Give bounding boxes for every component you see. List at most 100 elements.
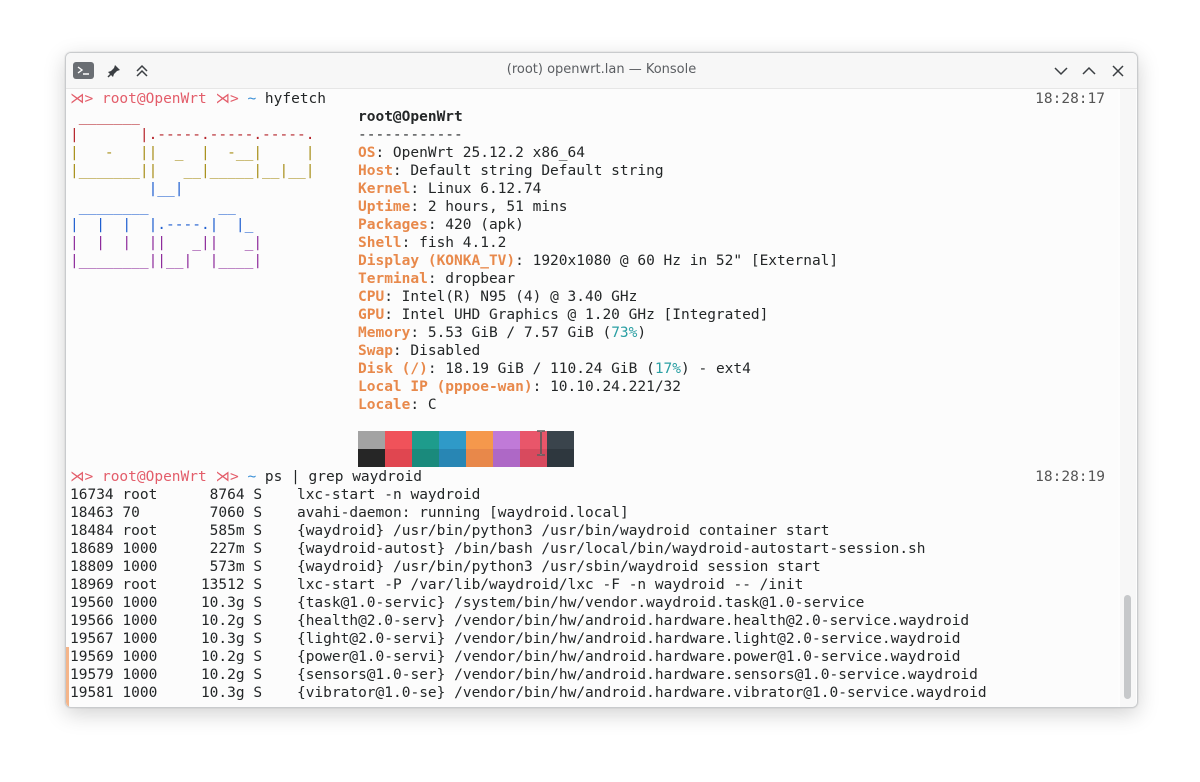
- close-icon[interactable]: [1108, 61, 1128, 81]
- logo-line: | |.-----.-----.-----.: [70, 127, 315, 143]
- fetch-key: GPU: [358, 307, 385, 323]
- ps-output-row: 18969 root 13512 S lxc-start -P /var/lib…: [70, 577, 804, 593]
- ps-output-row: 19581 1000 10.3g S {vibrator@1.0-se} /ve…: [70, 685, 987, 701]
- prompt-time: 18:28:17: [1035, 91, 1105, 107]
- terminal-view[interactable]: ⋊> root@OpenWrt ⋊> ~ hyfetch 18:28:17 __…: [66, 89, 1118, 707]
- ps-output-row: 18689 1000 227m S {waydroid-autost} /bin…: [70, 541, 926, 557]
- fetch-value: : Disabled: [392, 343, 481, 359]
- color-swatch: [466, 449, 493, 467]
- prompt-arrows: ⋊>: [215, 469, 239, 485]
- fetch-row: Packages: 420 (apk): [358, 216, 524, 234]
- fetch-value: : Intel(R) N95 (4) @ 3.40 GHz: [384, 289, 638, 305]
- ps-output-row: 19569 1000 10.2g S {power@1.0-servi} /ve…: [70, 649, 961, 665]
- logo-line: _______: [70, 109, 140, 125]
- fetch-key: Terminal: [358, 271, 428, 287]
- color-swatch: [358, 431, 385, 449]
- fetch-value: : 420 (apk): [427, 217, 524, 233]
- fetch-divider: ------------: [358, 127, 463, 143]
- color-swatch: [466, 431, 493, 449]
- color-swatch: [385, 449, 412, 467]
- fetch-row: GPU: Intel UHD Graphics @ 1.20 GHz [Inte…: [358, 306, 768, 324]
- fetch-value: : Default string Default string: [392, 163, 664, 179]
- fetch-value: : 10.10.24.221/32: [532, 379, 682, 395]
- color-swatch: [439, 449, 466, 467]
- prompt-user: root@OpenWrt: [101, 91, 207, 107]
- logo-line: ________ __: [70, 199, 236, 215]
- fetch-percent: 73%: [611, 325, 638, 341]
- ps-output-row: 19579 1000 10.2g S {sensors@1.0-ser} /ve…: [70, 667, 978, 683]
- color-swatch: [358, 449, 385, 467]
- fetch-key: Memory: [358, 325, 411, 341]
- titlebar[interactable]: (root) openwrt.lan — Konsole: [66, 53, 1137, 89]
- fetch-row: Disk (/): 18.19 GiB / 110.24 GiB (17%) -…: [358, 360, 751, 378]
- fetch-value: : 18.19 GiB / 110.24 GiB (: [427, 361, 655, 377]
- ps-output-row: 19560 1000 10.3g S {task@1.0-servic} /sy…: [70, 595, 865, 611]
- scrollbar[interactable]: [1120, 89, 1136, 707]
- fetch-row: Swap: Disabled: [358, 342, 480, 360]
- logo-line: |_______|| __|_____|__|__|: [70, 163, 315, 179]
- logo-line: |__|: [70, 181, 184, 197]
- fetch-row: Display (KONKA_TV): 1920x1080 @ 60 Hz in…: [358, 252, 838, 270]
- fetch-value: : fish 4.1.2: [401, 235, 507, 251]
- prompt-path: ~: [247, 91, 257, 107]
- fetch-value-tail: ): [637, 325, 647, 341]
- fetch-row: Terminal: dropbear: [358, 270, 515, 288]
- prompt-time: 18:28:19: [1035, 469, 1105, 485]
- ps-output-row: 19567 1000 10.3g S {light@2.0-servi} /ve…: [70, 631, 961, 647]
- fetch-value-tail: ) - ext4: [681, 361, 751, 377]
- fetch-value: : 5.53 GiB / 7.57 GiB (: [410, 325, 612, 341]
- ps-output-row: 18484 root 585m S {waydroid} /usr/bin/py…: [70, 523, 830, 539]
- fetch-row: CPU: Intel(R) N95 (4) @ 3.40 GHz: [358, 288, 637, 306]
- prompt-user: root@OpenWrt: [101, 469, 207, 485]
- logo-line: | - || _ | -__| |: [70, 145, 315, 161]
- fetch-row: Memory: 5.53 GiB / 7.57 GiB (73%): [358, 324, 646, 342]
- fetch-key: CPU: [358, 289, 385, 305]
- prompt-path: ~: [247, 469, 257, 485]
- color-swatch: [412, 431, 439, 449]
- window-title: (root) openwrt.lan — Konsole: [506, 62, 697, 77]
- color-swatch: [547, 449, 574, 467]
- fetch-key: Uptime: [358, 199, 411, 215]
- scrollbar-thumb[interactable]: [1124, 595, 1131, 699]
- fetch-row: Local IP (pppoe-wan): 10.10.24.221/32: [358, 378, 681, 396]
- fetch-key: Locale: [358, 397, 411, 413]
- fetch-key: Local IP (pppoe-wan): [358, 379, 533, 395]
- fetch-key: Kernel: [358, 181, 411, 197]
- logo-line: |________||__| |____|: [70, 253, 263, 269]
- fetch-key: Swap: [358, 343, 393, 359]
- fetch-row: Host: Default string Default string: [358, 162, 664, 180]
- color-swatch: [493, 449, 520, 467]
- color-swatch: [547, 431, 574, 449]
- fetch-key: OS: [358, 145, 376, 161]
- fetch-row: Shell: fish 4.1.2: [358, 234, 506, 252]
- line-marker: [66, 647, 69, 707]
- konsole-window: (root) openwrt.lan — Konsole ⋊> root@Ope…: [65, 52, 1138, 708]
- ps-output-row: 19566 1000 10.2g S {health@2.0-serv} /ve…: [70, 613, 970, 629]
- ps-output-row: 16734 root 8764 S lxc-start -n waydroid: [70, 487, 481, 503]
- text-cursor-icon: [537, 430, 545, 456]
- fetch-row: Uptime: 2 hours, 51 mins: [358, 198, 568, 216]
- fetch-key: Disk (/): [358, 361, 428, 377]
- fetch-key: Shell: [358, 235, 402, 251]
- fetch-key: Display (KONKA_TV): [358, 253, 516, 269]
- fetch-value: : Intel UHD Graphics @ 1.20 GHz [Integra…: [384, 307, 769, 323]
- fetch-value: : OpenWrt 25.12.2 x86_64: [375, 145, 585, 161]
- color-swatch: [439, 431, 466, 449]
- fetch-value: : dropbear: [427, 271, 516, 287]
- prompt-line: ⋊> root@OpenWrt ⋊> ~ ps | grep waydroid: [70, 468, 422, 486]
- minimize-icon[interactable]: [1051, 61, 1071, 81]
- fetch-value: : 1920x1080 @ 60 Hz in 52" [External]: [515, 253, 839, 269]
- prompt-arrows: ⋊>: [215, 91, 239, 107]
- command-text: hyfetch: [264, 91, 327, 107]
- fetch-value: : Linux 6.12.74: [410, 181, 542, 197]
- color-swatch: [385, 431, 412, 449]
- prompt-arrows: ⋊>: [70, 469, 94, 485]
- fetch-key: Host: [358, 163, 393, 179]
- ps-output-row: 18463 70 7060 S avahi-daemon: running [w…: [70, 505, 629, 521]
- prompt-line: ⋊> root@OpenWrt ⋊> ~ hyfetch: [70, 90, 326, 108]
- prompt-arrows: ⋊>: [70, 91, 94, 107]
- color-swatch: [493, 431, 520, 449]
- maximize-icon[interactable]: [1079, 61, 1099, 81]
- fetch-value: : 2 hours, 51 mins: [410, 199, 568, 215]
- logo-line: | | | |.----.| |_: [70, 217, 254, 233]
